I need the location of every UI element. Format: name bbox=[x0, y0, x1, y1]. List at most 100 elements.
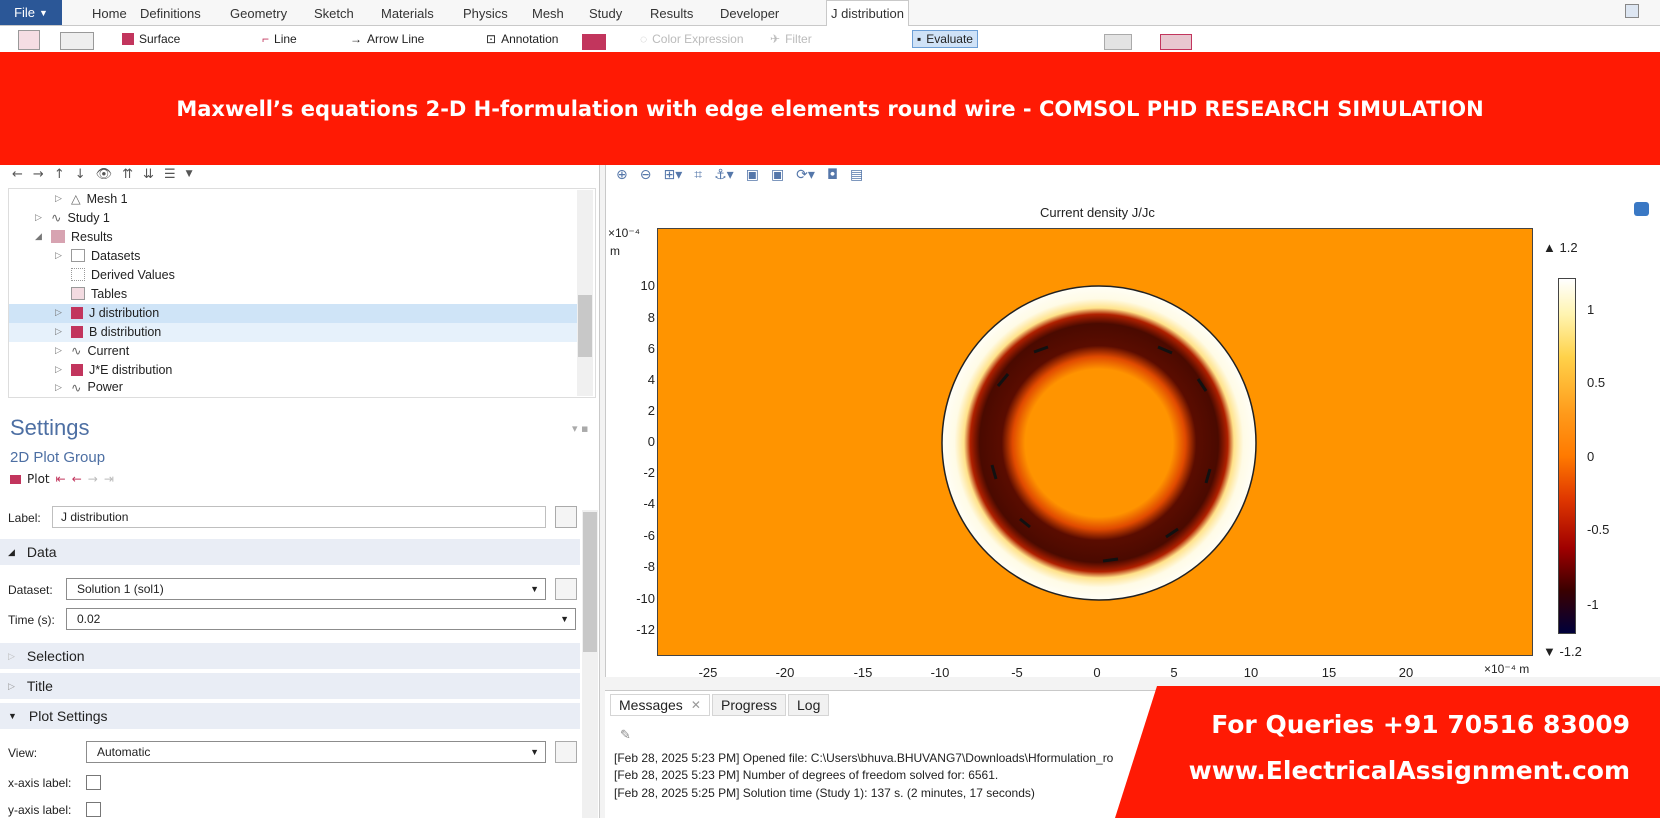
collapse-icon[interactable]: ⇊ bbox=[143, 167, 154, 182]
plot-in-icon[interactable] bbox=[60, 32, 94, 50]
evaluate-button[interactable]: ▪ Evaluate bbox=[912, 30, 978, 48]
tree-item-study[interactable]: ▷ ∿ Study 1 bbox=[35, 208, 110, 227]
annotation-button[interactable]: ⊡ Annotation bbox=[486, 30, 558, 48]
tab-home[interactable]: Home bbox=[88, 0, 131, 26]
tab-mesh[interactable]: Mesh bbox=[528, 0, 568, 26]
last-arrow-icon[interactable]: ⇥ bbox=[104, 472, 114, 486]
tree-item-derived-values[interactable]: Derived Values bbox=[71, 265, 175, 284]
yaxis-label-checkbox[interactable] bbox=[86, 802, 101, 817]
tab-developer[interactable]: Developer bbox=[716, 0, 783, 26]
plot-button[interactable]: Plot ⇤ ← → ⇥ bbox=[10, 472, 114, 486]
tree-item-results[interactable]: ◢ Results bbox=[35, 227, 113, 246]
camera-icon[interactable]: ◘ bbox=[827, 167, 838, 183]
arrow-line-button[interactable]: → Arrow Line bbox=[350, 30, 424, 48]
forward-arrow-icon[interactable]: → bbox=[33, 167, 44, 182]
tab-materials[interactable]: Materials bbox=[377, 0, 438, 26]
selection-section-header[interactable]: ▷ Selection bbox=[0, 643, 580, 669]
table-icon[interactable] bbox=[1160, 34, 1192, 50]
first-arrow-icon[interactable]: ⇤ bbox=[56, 472, 66, 486]
tree-item-current[interactable]: ▷ ∿ Current bbox=[55, 341, 129, 360]
tree-scrollbar-thumb[interactable] bbox=[578, 295, 592, 357]
filter-button[interactable]: ✈ Filter bbox=[770, 30, 812, 48]
study-icon: ∿ bbox=[51, 211, 62, 225]
export-icon[interactable] bbox=[1104, 34, 1132, 50]
label-field[interactable]: J distribution bbox=[52, 506, 546, 528]
time-caption: Time (s): bbox=[8, 613, 55, 627]
view-select[interactable]: Automatic ▼ bbox=[86, 741, 546, 763]
data-section-header[interactable]: ◢ Data bbox=[0, 539, 580, 565]
previous-arrow-icon[interactable]: ← bbox=[72, 472, 82, 486]
zoom-extents-icon[interactable]: ⌗ bbox=[694, 167, 702, 183]
print-icon[interactable]: ▤ bbox=[850, 167, 863, 183]
tab-results[interactable]: Results bbox=[646, 0, 697, 26]
plot-area[interactable] bbox=[657, 228, 1533, 656]
xaxis-label-checkbox[interactable] bbox=[86, 775, 101, 790]
filter-icon: ✈ bbox=[770, 32, 781, 46]
chevron-down-icon[interactable]: ▼ bbox=[186, 169, 193, 179]
zoom-box-icon[interactable]: ⊞▾ bbox=[663, 167, 682, 183]
y-tick: -6 bbox=[643, 528, 655, 543]
settings-scrollbar-thumb[interactable] bbox=[583, 512, 597, 652]
show-icon[interactable]: 👁 bbox=[96, 167, 113, 182]
tab-progress[interactable]: Progress bbox=[712, 694, 787, 716]
time-select[interactable]: 0.02 ▼ bbox=[66, 608, 576, 630]
tab-physics[interactable]: Physics bbox=[459, 0, 512, 26]
tree-item-tables[interactable]: Tables bbox=[71, 284, 127, 303]
tab-messages[interactable]: Messages ✕ bbox=[610, 694, 710, 716]
axis-icon[interactable]: ▣ bbox=[771, 167, 784, 183]
close-icon[interactable]: ✕ bbox=[691, 698, 701, 712]
zoom-out-icon[interactable]: ⊖ bbox=[640, 167, 652, 183]
plot-icon[interactable] bbox=[18, 30, 40, 50]
up-arrow-icon[interactable]: ↑ bbox=[54, 167, 65, 182]
tab-geometry[interactable]: Geometry bbox=[226, 0, 291, 26]
tree-item-j-distribution[interactable]: ▷ J distribution bbox=[55, 303, 159, 322]
help-icon[interactable] bbox=[1625, 4, 1639, 18]
dataset-value: Solution 1 (sol1) bbox=[77, 582, 164, 596]
surface-button[interactable]: Surface bbox=[122, 30, 180, 48]
banner-text: Maxwell’s equations 2-D H-formulation wi… bbox=[176, 96, 1484, 121]
label-reset-icon[interactable] bbox=[555, 506, 577, 528]
tree-item-b-distribution[interactable]: ▷ B distribution bbox=[55, 322, 161, 341]
y-tick: 8 bbox=[647, 310, 655, 325]
transparency-icon[interactable]: ⚓▾ bbox=[714, 167, 734, 183]
surface-label: Surface bbox=[139, 32, 181, 46]
more-plots-icon[interactable] bbox=[582, 34, 606, 50]
maximize-icon[interactable] bbox=[1634, 202, 1649, 216]
plot-settings-section-header[interactable]: ▼ Plot Settings bbox=[0, 703, 580, 729]
view-goto-icon[interactable] bbox=[555, 741, 577, 763]
tab-j-distribution[interactable]: J distribution bbox=[826, 0, 909, 26]
view-caption: View: bbox=[8, 746, 38, 760]
expand-icon[interactable]: ⇈ bbox=[122, 167, 133, 182]
tab-log[interactable]: Log bbox=[788, 694, 830, 716]
color-expression-button[interactable]: ◌ Color Expression bbox=[640, 30, 744, 48]
file-menu-button[interactable]: File ▼ bbox=[0, 0, 62, 25]
x-tick: -15 bbox=[853, 665, 873, 680]
tree-item-power[interactable]: ▷ ∿ Power bbox=[55, 379, 123, 395]
line-button[interactable]: ⌐ Line bbox=[262, 30, 297, 48]
back-arrow-icon[interactable]: ← bbox=[12, 167, 23, 182]
tab-definitions[interactable]: Definitions bbox=[136, 0, 205, 26]
tree-item-mesh[interactable]: ▷ △ Mesh 1 bbox=[55, 189, 128, 208]
panel-menu-icon[interactable]: ▾ ▪ bbox=[572, 422, 588, 435]
tree-scrollbar[interactable] bbox=[577, 190, 593, 396]
tab-study[interactable]: Study bbox=[585, 0, 626, 26]
y-tick: 6 bbox=[647, 341, 655, 356]
wire-cross-section bbox=[941, 285, 1257, 601]
tab-sketch[interactable]: Sketch bbox=[310, 0, 358, 26]
next-arrow-icon[interactable]: → bbox=[88, 472, 98, 486]
tree-item-je-distribution[interactable]: ▷ J*E distribution bbox=[55, 360, 172, 379]
dataset-select[interactable]: Solution 1 (sol1) ▼ bbox=[66, 578, 546, 600]
down-arrow-icon[interactable]: ↓ bbox=[75, 167, 86, 182]
surface-icon bbox=[122, 33, 134, 45]
expand-arrow-icon: ▷ bbox=[8, 680, 15, 691]
list-icon[interactable]: ☰ bbox=[164, 167, 176, 182]
x-tick: -5 bbox=[1011, 665, 1023, 680]
grid-icon[interactable]: ▣ bbox=[746, 167, 759, 183]
title-section-header[interactable]: ▷ Title bbox=[0, 673, 580, 699]
dataset-goto-icon[interactable] bbox=[555, 578, 577, 600]
tree-item-datasets[interactable]: ▷ Datasets bbox=[55, 246, 140, 265]
clear-messages-icon[interactable]: ✎ bbox=[620, 728, 631, 743]
reset-view-icon[interactable]: ⟳▾ bbox=[796, 167, 815, 183]
tree-item-label: Datasets bbox=[91, 248, 141, 263]
zoom-in-icon[interactable]: ⊕ bbox=[616, 167, 628, 183]
